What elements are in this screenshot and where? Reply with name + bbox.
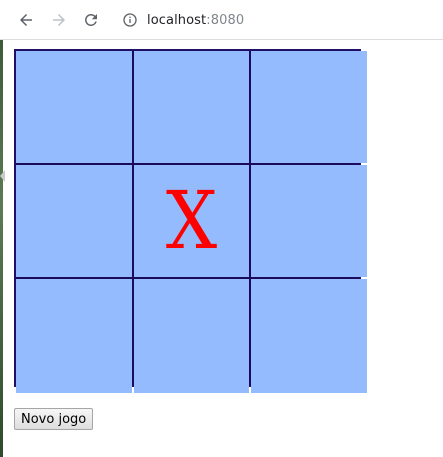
board-cell-9[interactable] [251,279,367,393]
url-host: localhost [147,12,207,28]
address-bar[interactable]: localhost:8080 [112,6,443,34]
forward-arrow-icon [53,14,65,26]
board-cell-5[interactable]: X [134,165,249,277]
url-text: localhost:8080 [147,13,244,28]
reload-icon [84,13,97,26]
board-cell-1[interactable] [16,51,132,163]
board-cell-7[interactable] [16,279,132,393]
back-arrow-icon [20,14,32,26]
window-edge [0,40,3,457]
board-cell-8[interactable] [134,279,249,393]
info-icon[interactable] [121,11,139,29]
cell-mark: X [165,174,218,267]
board-cell-4[interactable] [16,165,132,277]
board-cell-3[interactable] [251,51,367,163]
browser-toolbar: localhost:8080 [0,0,443,40]
new-game-button[interactable]: Novo jogo [14,408,94,430]
tic-tac-toe-board: X [14,49,367,393]
back-button[interactable] [14,8,38,32]
url-port: :8080 [206,12,245,28]
forward-button[interactable] [47,8,71,32]
reload-button[interactable] [79,8,103,32]
board-cell-6[interactable] [251,165,367,277]
board-cell-2[interactable] [134,51,249,163]
